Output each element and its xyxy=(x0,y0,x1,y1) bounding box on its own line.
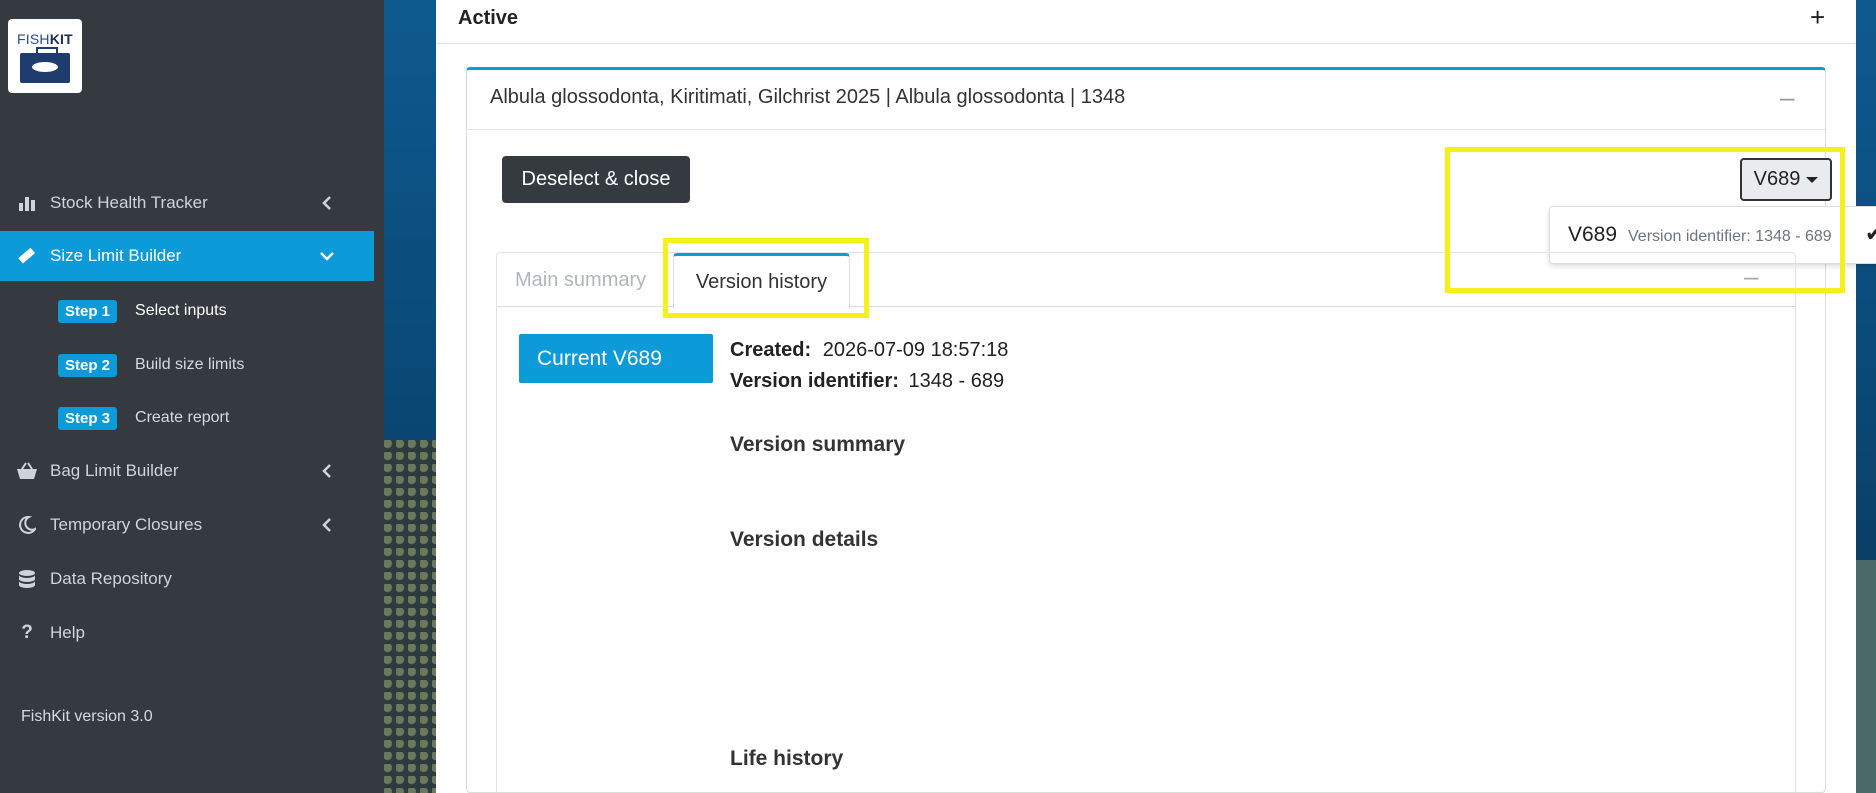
nav-label: Size Limit Builder xyxy=(50,246,182,265)
sidebar: FISHKIT Stock Health Tracker Size Limit … xyxy=(0,0,384,793)
chevron-down-icon xyxy=(318,247,336,265)
step-badge: Step 2 xyxy=(58,353,118,377)
identifier-row: Version identifier: 1348 - 689 xyxy=(730,370,1004,393)
nav-label: Data Repository xyxy=(50,569,172,588)
nav-size-limit-builder[interactable]: Size Limit Builder xyxy=(0,231,374,281)
created-value: 2026-07-09 18:57:18 xyxy=(822,339,1009,361)
step-label: Create report xyxy=(135,409,230,426)
stock-card: Albula glossodonta, Kiritimati, Gilchris… xyxy=(466,67,1876,793)
version-summary-heading: Version summary xyxy=(730,433,906,456)
active-section-header[interactable]: Active + xyxy=(436,0,1856,44)
basket-icon xyxy=(16,460,38,482)
app-version: FishKit version 3.0 xyxy=(21,708,153,725)
step-1-select-inputs[interactable]: Step 1 Select inputs xyxy=(58,298,227,324)
highlight-box-version xyxy=(1445,147,1845,293)
nav-label: Bag Limit Builder xyxy=(50,461,179,480)
created-row: Created: 2026-07-09 18:57:18 xyxy=(730,339,1008,362)
nav-label: Temporary Closures xyxy=(50,515,203,534)
moon-icon xyxy=(16,514,38,536)
expand-plus-icon[interactable]: + xyxy=(1810,2,1825,33)
highlight-box-tab xyxy=(663,238,869,318)
step-badge: Step 3 xyxy=(58,406,118,430)
bar-chart-icon xyxy=(16,192,38,214)
nav-data-repository[interactable]: Data Repository xyxy=(0,554,374,604)
step-label: Select inputs xyxy=(135,302,227,319)
collapse-minus-icon[interactable]: – xyxy=(1780,82,1794,113)
tabs-container: Main summary Version history – Current V… xyxy=(496,252,1796,793)
card-header[interactable]: Albula glossodonta, Kiritimati, Gilchris… xyxy=(467,70,1825,130)
checkmark-icon: ✔ xyxy=(1865,221,1876,246)
identifier-value: 1348 - 689 xyxy=(908,370,1005,392)
fishkit-logo[interactable]: FISHKIT xyxy=(8,19,82,93)
active-title: Active xyxy=(458,7,519,29)
life-history-heading: Life history xyxy=(730,747,844,770)
chevron-left-icon xyxy=(318,462,336,480)
chevron-left-icon xyxy=(318,516,336,534)
step-3-create-report[interactable]: Step 3 Create report xyxy=(58,405,229,431)
tab-main-summary[interactable]: Main summary xyxy=(515,253,646,307)
nav-temporary-closures[interactable]: Temporary Closures xyxy=(0,500,374,550)
nav-bag-limit-builder[interactable]: Bag Limit Builder xyxy=(0,446,374,496)
deselect-close-button[interactable]: Deselect & close xyxy=(502,156,690,203)
nav-label: Help xyxy=(50,623,85,642)
toolbox-icon xyxy=(20,47,70,83)
nav-stock-health-tracker[interactable]: Stock Health Tracker xyxy=(0,178,374,228)
step-badge: Step 1 xyxy=(58,299,118,323)
card-title: Albula glossodonta, Kiritimati, Gilchris… xyxy=(490,86,1126,108)
logo-text: FISHKIT xyxy=(17,31,73,47)
step-2-build-size-limits[interactable]: Step 2 Build size limits xyxy=(58,352,244,378)
ruler-icon xyxy=(16,245,38,267)
step-label: Build size limits xyxy=(135,356,245,373)
version-details-heading: Version details xyxy=(730,528,879,551)
nav-label: Stock Health Tracker xyxy=(50,193,208,212)
current-version-button[interactable]: Current V689 xyxy=(519,334,713,383)
identifier-label: Version identifier: xyxy=(730,370,899,392)
created-label: Created: xyxy=(730,339,812,361)
database-icon xyxy=(16,568,38,590)
coral-right-image xyxy=(1855,560,1876,793)
chevron-left-icon xyxy=(318,194,336,212)
coral-left-image xyxy=(384,440,436,793)
nav-help[interactable]: ? Help xyxy=(0,608,374,658)
main-panel: Active + Albula glossodonta, Kiritimati,… xyxy=(436,0,1876,793)
question-icon: ? xyxy=(21,622,33,643)
